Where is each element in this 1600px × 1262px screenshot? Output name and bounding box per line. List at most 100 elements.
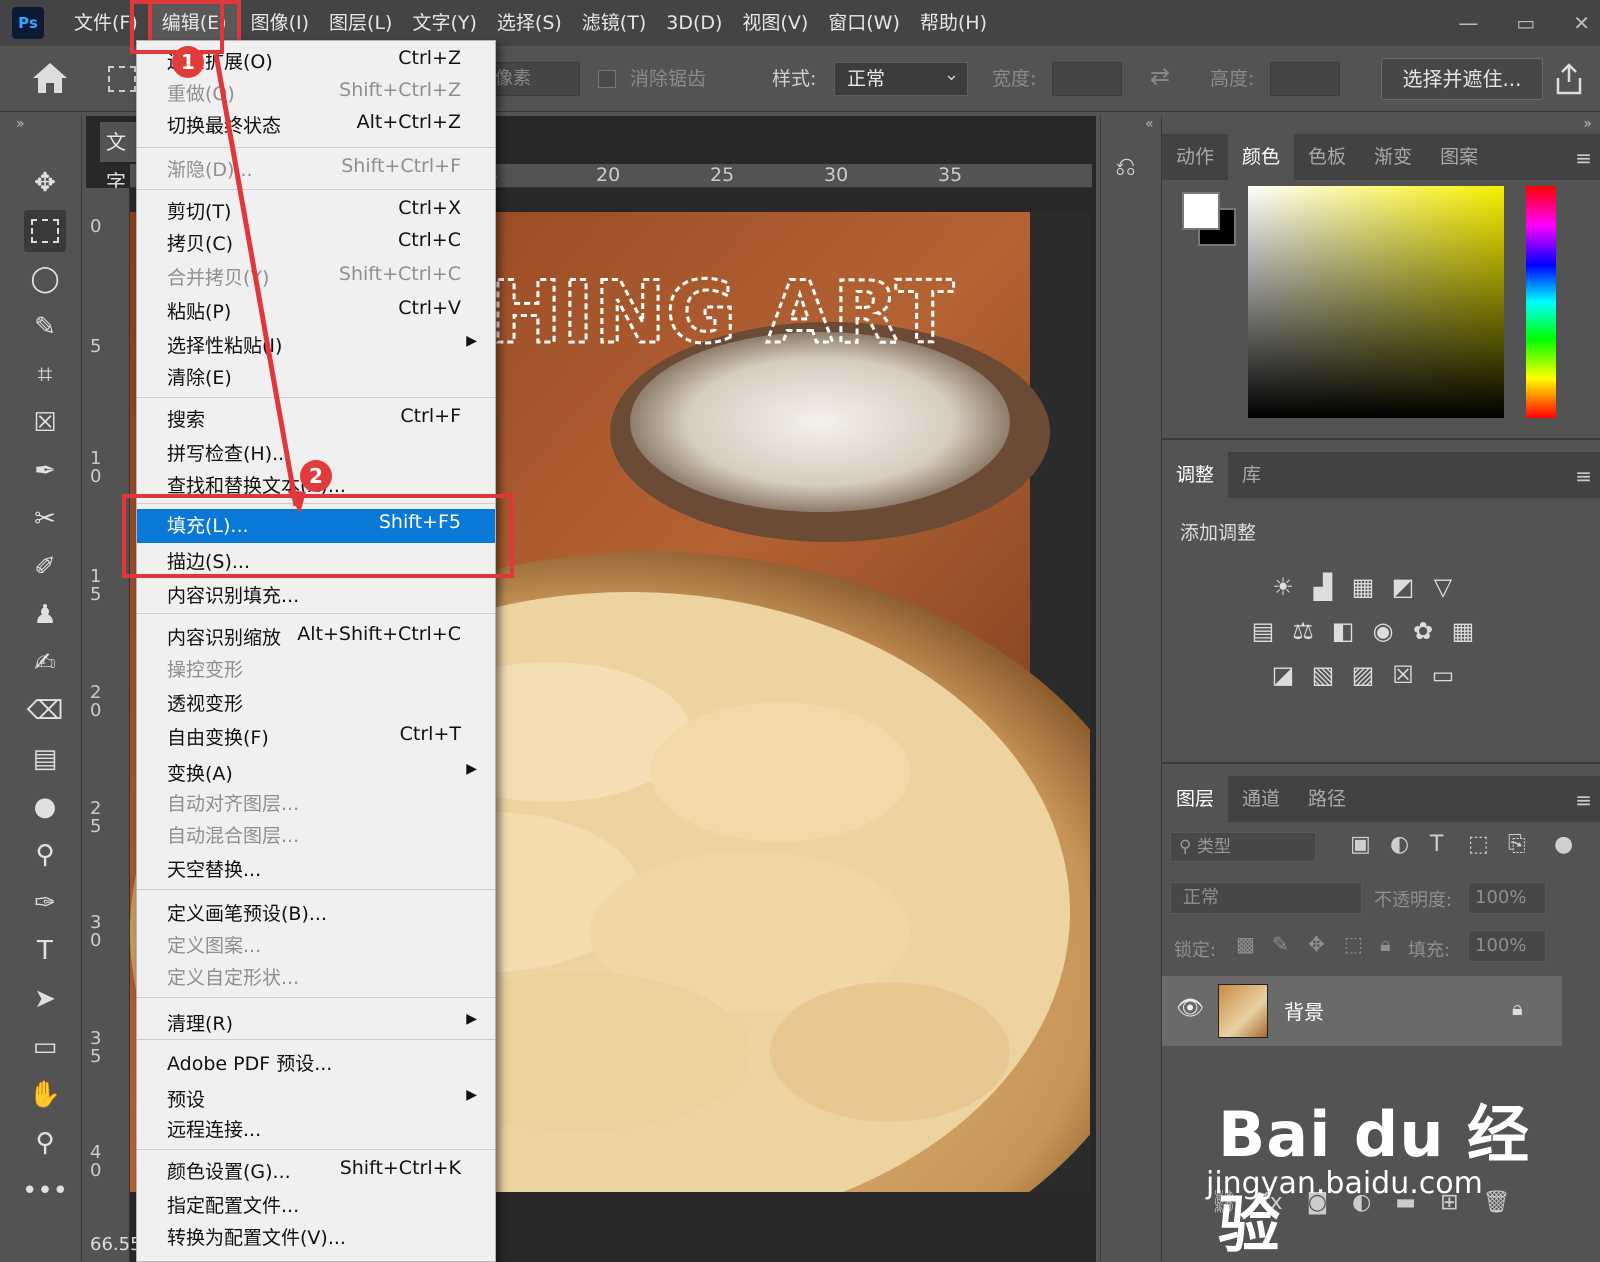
- selective-color-icon[interactable]: ☒: [1386, 658, 1420, 692]
- panel-menu-icon[interactable]: ≡: [1575, 146, 1592, 170]
- home-icon[interactable]: [30, 60, 70, 96]
- move-tool-icon[interactable]: ✥: [24, 162, 66, 204]
- menu-item-paste-special[interactable]: 选择性粘贴(I) ▶: [137, 329, 495, 361]
- type-tool-icon[interactable]: T: [24, 930, 66, 972]
- channel-mixer-icon[interactable]: ✿: [1406, 614, 1440, 648]
- collapse-icon[interactable]: «: [1145, 116, 1154, 132]
- rect-marquee-tool-icon[interactable]: [24, 210, 66, 252]
- tab-adjustments[interactable]: 调整: [1162, 452, 1229, 498]
- lock-pixels-icon[interactable]: ✎: [1272, 932, 1289, 956]
- vibrance-icon[interactable]: ▽: [1426, 570, 1460, 604]
- menu-item-color-settings[interactable]: 颜色设置(G)... Shift+Ctrl+K: [137, 1155, 495, 1187]
- quick-select-tool-icon[interactable]: ✎: [24, 306, 66, 348]
- tab-patterns[interactable]: 图案: [1426, 134, 1492, 180]
- opacity-field[interactable]: 100%: [1468, 882, 1546, 914]
- restore-button[interactable]: ▭: [1516, 11, 1535, 35]
- tab-swatches[interactable]: 色板: [1294, 134, 1360, 180]
- dodge-tool-icon[interactable]: ⚲: [24, 834, 66, 876]
- hue-slider[interactable]: [1526, 186, 1556, 418]
- select-and-mask-button[interactable]: 选择并遮住...: [1381, 58, 1543, 100]
- rect-marquee-option-icon[interactable]: [108, 66, 136, 92]
- menu-item-purge[interactable]: 清理(R) ▶: [137, 1007, 495, 1039]
- brush-tool-icon[interactable]: ✐: [24, 546, 66, 588]
- menu-item-assign-profile[interactable]: 指定配置文件...: [137, 1189, 495, 1221]
- style-select[interactable]: 正常: [834, 59, 968, 96]
- expand-icon[interactable]: »: [1583, 116, 1592, 132]
- history-brush-tool-icon[interactable]: ✍: [24, 642, 66, 684]
- tab-paths[interactable]: 路径: [1294, 776, 1360, 822]
- path-select-tool-icon[interactable]: ➤: [24, 978, 66, 1020]
- pen-tool-icon[interactable]: ✑: [24, 882, 66, 924]
- threshold-icon[interactable]: ▨: [1346, 658, 1380, 692]
- menu-filter[interactable]: 滤镜(T): [572, 0, 656, 46]
- hand-tool-icon[interactable]: ✋: [24, 1074, 66, 1116]
- layer-row[interactable]: 👁︎ 背景 🔒︎: [1162, 976, 1562, 1046]
- menu-item-content-aware-fill[interactable]: 内容识别填充...: [137, 579, 495, 611]
- lock-all-icon[interactable]: 🔒︎: [1380, 932, 1391, 956]
- swap-icon[interactable]: ⇄: [1150, 62, 1170, 90]
- lock-position-icon[interactable]: ✥: [1308, 932, 1325, 956]
- menu-item-presets[interactable]: 预设 ▶: [137, 1083, 495, 1115]
- tab-color[interactable]: 颜色: [1228, 134, 1295, 180]
- menu-item-perspective-warp[interactable]: 透视变形: [137, 687, 495, 719]
- collapse-icon[interactable]: »: [16, 116, 25, 132]
- menu-item-content-aware-scale[interactable]: 内容识别缩放 Alt+Shift+Ctrl+C: [137, 621, 495, 653]
- layer-name[interactable]: 背景: [1284, 996, 1324, 1025]
- color-picker-field[interactable]: [1248, 186, 1504, 418]
- layer-filter-select[interactable]: ⚲ 类型: [1170, 832, 1316, 862]
- more-tools-icon[interactable]: •••: [22, 1170, 68, 1212]
- stamp-tool-icon[interactable]: ♟: [24, 594, 66, 636]
- lock-artboard-icon[interactable]: ⬚: [1344, 932, 1363, 956]
- rectangle-tool-icon[interactable]: ▭: [24, 1026, 66, 1068]
- blend-mode-select[interactable]: 正常: [1170, 882, 1362, 914]
- menu-item-search[interactable]: 搜索 Ctrl+F: [137, 403, 495, 435]
- hue-saturation-icon[interactable]: ▤: [1246, 614, 1280, 648]
- menu-item-transform[interactable]: 变换(A) ▶: [137, 757, 495, 789]
- tab-channels[interactable]: 通道: [1228, 776, 1294, 822]
- menu-item-copy[interactable]: 拷贝(C) Ctrl+C: [137, 227, 495, 259]
- menu-item-sky-replace[interactable]: 天空替换...: [137, 853, 495, 885]
- eyedropper-tool-icon[interactable]: ✒: [24, 450, 66, 492]
- share-icon[interactable]: [1554, 62, 1584, 96]
- menu-item-remote-connections[interactable]: 远程连接...: [137, 1113, 495, 1145]
- document-tab[interactable]: 文字: [100, 122, 140, 194]
- filter-toggle-icon[interactable]: ●: [1554, 832, 1573, 857]
- menu-item-define-pattern[interactable]: 定义图案...: [137, 929, 495, 961]
- curves-icon[interactable]: ▦: [1346, 570, 1380, 604]
- lasso-tool-icon[interactable]: ◯: [24, 258, 66, 300]
- menu-window[interactable]: 窗口(W): [818, 0, 910, 46]
- menu-item-toggle-last-state[interactable]: 切换最终状态 Alt+Ctrl+Z: [137, 109, 495, 141]
- menu-item-redo[interactable]: 重做(O) Shift+Ctrl+Z: [137, 77, 495, 109]
- tab-gradients[interactable]: 渐变: [1360, 134, 1426, 180]
- tab-libraries[interactable]: 库: [1228, 452, 1275, 498]
- healing-tool-icon[interactable]: ✂: [24, 498, 66, 540]
- panel-menu-icon[interactable]: ≡: [1575, 788, 1592, 812]
- height-field[interactable]: [1270, 62, 1340, 96]
- eye-icon[interactable]: 👁︎: [1176, 996, 1204, 1021]
- color-balance-icon[interactable]: ⚖: [1286, 614, 1320, 648]
- type-filter-icon[interactable]: T: [1430, 832, 1443, 857]
- menu-item-cut[interactable]: 剪切(T) Ctrl+X: [137, 195, 495, 227]
- crop-tool-icon[interactable]: ⌗: [24, 354, 66, 396]
- menu-item-define-brush[interactable]: 定义画笔预设(B)...: [137, 897, 495, 929]
- color-lookup-icon[interactable]: ▦: [1446, 614, 1480, 648]
- menu-view[interactable]: 视图(V): [732, 0, 818, 46]
- gradient-tool-icon[interactable]: ▤: [24, 738, 66, 780]
- eraser-tool-icon[interactable]: ⌫: [24, 690, 66, 732]
- close-button[interactable]: ✕: [1573, 11, 1590, 35]
- menu-item-pdf-presets[interactable]: Adobe PDF 预设...: [137, 1047, 495, 1079]
- gradient-map-icon[interactable]: ▭: [1426, 658, 1460, 692]
- brightness-icon[interactable]: ☀: [1266, 570, 1300, 604]
- menu-item-free-transform[interactable]: 自由变换(F) Ctrl+T: [137, 721, 495, 753]
- zoom-tool-icon[interactable]: ⚲: [24, 1122, 66, 1164]
- blur-tool-icon[interactable]: ●: [24, 786, 66, 828]
- lock-transparency-icon[interactable]: ▩: [1236, 932, 1255, 956]
- image-filter-icon[interactable]: ▣: [1350, 832, 1371, 857]
- menu-item-define-shape[interactable]: 定义自定形状...: [137, 961, 495, 993]
- menu-item-auto-align[interactable]: 自动对齐图层...: [137, 787, 495, 819]
- tab-actions[interactable]: 动作: [1162, 134, 1228, 180]
- minimize-button[interactable]: —: [1458, 11, 1478, 35]
- menu-3d[interactable]: 3D(D): [656, 0, 732, 46]
- panel-menu-icon[interactable]: ≡: [1575, 464, 1592, 488]
- adjustment-filter-icon[interactable]: ◐: [1390, 832, 1409, 857]
